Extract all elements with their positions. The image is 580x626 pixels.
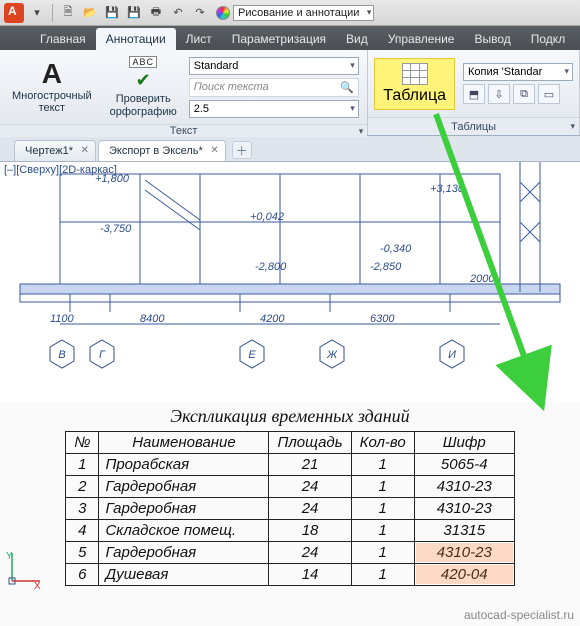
ribbon-tab-manage[interactable]: Управление [378, 28, 465, 50]
svg-text:-2,800: -2,800 [255, 261, 287, 273]
plot-icon[interactable]: 🖶 [147, 4, 165, 22]
ribbon-tab-view[interactable]: Вид [336, 28, 378, 50]
quick-access-toolbar: ▾ 🗎 📂 💾 💾 🖶 ↶ ↷ Рисование и аннотации [0, 0, 580, 26]
document-tabs: Чертеж1* ✕ Экспорт в Эксель* ✕ ＋ [0, 136, 580, 162]
table-grid-icon [402, 63, 428, 85]
svg-text:В: В [58, 349, 65, 361]
doc-tab-1[interactable]: Чертеж1* ✕ [14, 140, 96, 161]
doc-tab-2-label: Экспорт в Эксель* [109, 145, 203, 157]
svg-text:6300: 6300 [370, 313, 395, 325]
ribbon-tab-layout[interactable]: Лист [176, 28, 222, 50]
mtext-glyph-icon: A [42, 60, 62, 88]
svg-text:1100: 1100 [50, 313, 75, 325]
check-icon: ✔ [136, 70, 151, 91]
svg-text:8400: 8400 [140, 313, 165, 325]
ribbon-tabstrip: Главная Аннотации Лист Параметризация Ви… [0, 26, 580, 50]
spellcheck-button[interactable]: ABC ✔ Проверить орфографию [104, 54, 183, 120]
table-style-dropdown[interactable]: Копия 'Standar [463, 63, 573, 81]
drawing-canvas[interactable]: [–][Сверху][2D-каркас] +3,130 +0,042 -0,… [0, 162, 580, 402]
col-qty: Кол-во [351, 432, 414, 454]
table-row[interactable]: 1Прорабская2115065-4 [66, 454, 515, 476]
ribbon-body: A Многострочный текст ABC ✔ Проверить ор… [0, 50, 580, 136]
find-text-placeholder: Поиск текста [194, 81, 269, 93]
qat-menu-icon[interactable]: ▾ [28, 4, 46, 22]
link-data-button[interactable]: ⬒ [463, 84, 485, 104]
svg-text:+1,800: +1,800 [95, 173, 130, 185]
spellcheck-label: Проверить орфографию [110, 93, 177, 118]
svg-text:X: X [34, 581, 41, 592]
col-area: Площадь [269, 432, 351, 454]
svg-text:Ж: Ж [326, 349, 338, 361]
svg-text:Г: Г [99, 349, 106, 361]
panel-title-text[interactable]: Текст▾ [0, 124, 367, 137]
app-logo[interactable] [4, 3, 24, 23]
svg-text:+0,042: +0,042 [250, 211, 284, 223]
panel-title-tables[interactable]: Таблицы▾ [368, 117, 579, 135]
text-style-dropdown[interactable]: Standard [189, 57, 359, 75]
text-height-dropdown[interactable]: 2.5 [189, 100, 359, 118]
mtext-label: Многострочный текст [12, 90, 92, 115]
col-name: Наименование [99, 432, 269, 454]
ribbon-tab-annotate[interactable]: Аннотации [96, 28, 176, 50]
ribbon-tab-home[interactable]: Главная [30, 28, 96, 50]
redo-icon[interactable]: ↷ [191, 4, 209, 22]
col-code: Шифр [414, 432, 514, 454]
svg-text:+3,130: +3,130 [430, 183, 465, 195]
svg-text:-2,850: -2,850 [370, 261, 402, 273]
open-icon[interactable]: 📂 [81, 4, 99, 22]
workspace-dropdown[interactable]: Рисование и аннотации [233, 5, 374, 21]
svg-text:Y: Y [6, 551, 13, 562]
table-row[interactable]: 3Гардеробная2414310-23 [66, 498, 515, 520]
ribbon-tab-plugins[interactable]: Подкл [521, 28, 575, 50]
close-icon[interactable]: ✕ [210, 145, 218, 156]
explication-table[interactable]: № Наименование Площадь Кол-во Шифр 1Прор… [65, 431, 515, 586]
insert-table-button[interactable]: Таблица [374, 58, 455, 110]
table-row[interactable]: 2Гардеробная2414310-23 [66, 476, 515, 498]
abc-icon: ABC [129, 56, 157, 68]
watermark: autocad-specialist.ru [464, 608, 574, 622]
table-row[interactable]: 4Складское помещ.18131315 [66, 520, 515, 542]
mtext-button[interactable]: A Многострочный текст [6, 58, 98, 117]
save-icon[interactable]: 💾 [103, 4, 121, 22]
table-row[interactable]: 5Гардеробная2414310-23 [66, 542, 515, 564]
find-text-input[interactable]: Поиск текста 🔍 [189, 78, 359, 97]
ribbon-tab-parametric[interactable]: Параметризация [222, 28, 336, 50]
doc-tab-2[interactable]: Экспорт в Эксель* ✕ [98, 140, 226, 161]
table-cell-button[interactable]: ▭ [538, 84, 560, 104]
saveas-icon[interactable]: 💾 [125, 4, 143, 22]
ribbon-tab-output[interactable]: Вывод [464, 28, 520, 50]
svg-text:И: И [448, 349, 456, 361]
doc-tab-1-label: Чертеж1* [25, 145, 73, 157]
ucs-icon[interactable]: Y X [4, 549, 44, 594]
new-doc-tab[interactable]: ＋ [232, 141, 252, 159]
svg-text:-0,340: -0,340 [380, 243, 412, 255]
svg-text:2000: 2000 [469, 273, 495, 285]
svg-text:4200: 4200 [260, 313, 285, 325]
close-icon[interactable]: ✕ [81, 145, 89, 156]
section-drawing: +3,130 +0,042 -0,340 -2,800 -2,850 -3,75… [0, 162, 580, 402]
workspace-orb-icon[interactable] [216, 6, 230, 20]
col-num: № [66, 432, 99, 454]
new-icon[interactable]: 🗎 [59, 4, 77, 22]
undo-icon[interactable]: ↶ [169, 4, 187, 22]
svg-text:-3,750: -3,750 [100, 223, 132, 235]
binoculars-icon[interactable]: 🔍 [340, 81, 354, 94]
download-data-button[interactable]: ⇩ [488, 84, 510, 104]
insert-table-label: Таблица [383, 87, 446, 105]
extract-data-button[interactable]: ⧉ [513, 84, 535, 104]
table-title: Экспликация временных зданий [0, 406, 580, 427]
svg-text:Е: Е [248, 349, 256, 361]
table-row[interactable]: 6Душевая141420-04 [66, 564, 515, 586]
